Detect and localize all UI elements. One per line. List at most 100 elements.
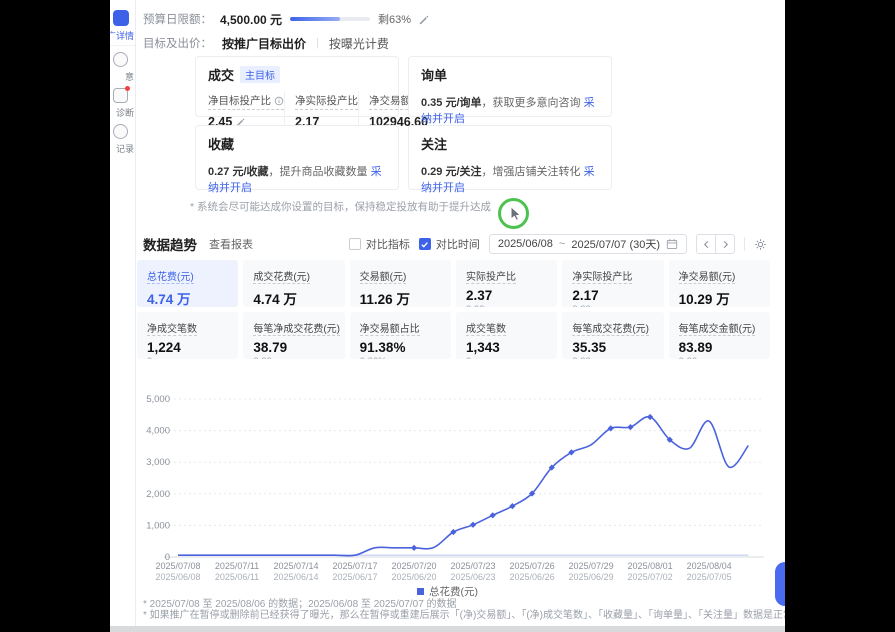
svg-text:2025/07/20: 2025/07/20 bbox=[392, 561, 437, 571]
pencil-icon bbox=[419, 14, 430, 25]
budget-progress-fill bbox=[290, 17, 340, 21]
metric-label: 净成交笔数 bbox=[147, 320, 197, 336]
svg-text:2025/07/08: 2025/07/08 bbox=[155, 561, 200, 571]
svg-text:2025/07/23: 2025/07/23 bbox=[451, 561, 496, 571]
metric-label: 交易额(元) bbox=[360, 268, 407, 284]
metric-card-6[interactable]: 净成交笔数 1,2240 bbox=[137, 312, 238, 359]
goal-card-favorite: 收藏 0.27 元/收藏，提升商品收藏数量 采纳并开启 bbox=[195, 125, 399, 190]
svg-text:2025/07/29: 2025/07/29 bbox=[569, 561, 614, 571]
metric-card-7[interactable]: 每笔净成交花费(元)38.790.00 bbox=[243, 312, 344, 359]
metric-compare-value: 0.00 bbox=[572, 304, 653, 307]
legend-swatch bbox=[417, 588, 424, 595]
prev-period-button[interactable] bbox=[696, 234, 716, 254]
metric-value: 38.79 bbox=[253, 340, 334, 355]
svg-text:2025/06/11: 2025/06/11 bbox=[215, 572, 259, 582]
metric-card-5[interactable]: 净交易额(元)10.29 万0.00 bbox=[669, 260, 770, 307]
bid-mode-divider: | bbox=[316, 37, 319, 49]
controls-divider bbox=[744, 237, 745, 251]
view-report-link[interactable]: 查看报表 bbox=[209, 236, 253, 252]
bid-mode-exposure[interactable]: 按曝光计费 bbox=[329, 35, 389, 52]
notification-dot bbox=[125, 86, 130, 91]
next-period-button[interactable] bbox=[715, 234, 735, 254]
checkbox-unchecked-icon bbox=[349, 238, 361, 250]
svg-text:4,000: 4,000 bbox=[146, 426, 170, 437]
metric-card-3[interactable]: 实际投产比 2.370.00 bbox=[456, 260, 557, 307]
metric-value: 35.35 bbox=[572, 340, 653, 355]
svg-text:2025/07/14: 2025/07/14 bbox=[273, 561, 318, 571]
metric-label: 每笔成交花费(元) bbox=[572, 320, 649, 336]
svg-text:2025/06/08: 2025/06/08 bbox=[155, 572, 200, 582]
edit-budget-button[interactable] bbox=[419, 14, 430, 25]
goal-bid-row: 目标及出价： 按推广目标出价 | 按曝光计费 bbox=[143, 35, 389, 51]
rail-item-0[interactable]: 广详情 bbox=[110, 10, 135, 42]
mouse-cursor-icon bbox=[510, 207, 522, 221]
metric-card-10[interactable]: 每笔成交花费(元)35.350.00 bbox=[562, 312, 663, 359]
metric-card-0[interactable]: 总花费(元)4.74 万0.00 bbox=[137, 260, 238, 307]
budget-value: 4,500.00 元 bbox=[220, 11, 282, 28]
svg-text:2025/06/17: 2025/06/17 bbox=[333, 572, 378, 582]
metric-cards-grid: 总花费(元)4.74 万0.00成交花费(元)4.74 万0.00交易额(元)1… bbox=[137, 260, 770, 359]
metric-compare-value: 0.00 bbox=[679, 356, 760, 359]
diagnose-icon bbox=[113, 88, 128, 103]
metric-value: 91.38% bbox=[360, 340, 441, 355]
daily-budget-row: 预算日限额： 4,500.00 元 剩63% bbox=[143, 11, 430, 27]
goal-card-title: 收藏 bbox=[208, 134, 234, 153]
metric-compare-value: 0.00 bbox=[466, 304, 547, 307]
svg-text:2025/08/01: 2025/08/01 bbox=[628, 561, 673, 571]
metric-value: 11.26 万 bbox=[360, 288, 441, 307]
svg-text:2025/06/14: 2025/06/14 bbox=[273, 572, 318, 582]
metric-label: 净交易额(元) bbox=[679, 268, 736, 284]
budget-remaining: 剩63% bbox=[378, 11, 411, 27]
metric-value: 1,343 bbox=[466, 340, 547, 355]
metric-compare-value: 0 bbox=[466, 356, 547, 359]
idea-icon bbox=[113, 52, 128, 67]
metric-compare-value: 0 bbox=[147, 356, 228, 359]
trend-title: 数据趋势 bbox=[143, 234, 197, 254]
trend-header: 数据趋势 查看报表 对比指标 对比时间 2025/06/08 ~ 2025/07… bbox=[143, 233, 767, 255]
metric-label: 实际投产比 bbox=[466, 268, 516, 284]
chevron-right-icon bbox=[721, 240, 730, 249]
chart-footnote-disclaimer: * 如果推广在暂停或删除前已经获得了曝光，那么在暂停或重建后展示「(净)交易额」… bbox=[143, 606, 785, 621]
rail-item-3[interactable]: 记录 bbox=[110, 124, 135, 155]
goal-card-title: 关注 bbox=[421, 134, 447, 153]
chart-settings-button[interactable] bbox=[754, 238, 767, 251]
metric-value: 1,224 bbox=[147, 340, 228, 355]
metric-card-11[interactable]: 每笔成交金额(元)83.890.00 bbox=[669, 312, 770, 359]
metric-card-2[interactable]: 交易额(元)11.26 万0.00 bbox=[350, 260, 451, 307]
metric-card-4[interactable]: 净实际投产比 2.170.00 bbox=[562, 260, 663, 307]
rail-item-2[interactable]: 诊断 bbox=[110, 88, 135, 119]
budget-progress-bar bbox=[290, 17, 370, 21]
goal-card-deal: 成交 主目标 净目标投产比 2.45 净实际投产比 2.17 净交易额(元) 1… bbox=[195, 56, 399, 117]
bid-mode-goal[interactable]: 按推广目标出价 bbox=[222, 35, 306, 52]
metric-label: 总花费(元) bbox=[147, 268, 194, 284]
rail-item-label: 诊断 bbox=[110, 106, 134, 119]
metric-value: 2.17 bbox=[572, 288, 653, 303]
metric-card-8[interactable]: 净交易额占比91.38%0.00% bbox=[350, 312, 451, 359]
svg-text:2,000: 2,000 bbox=[146, 489, 170, 500]
rail-item-label: 记录 bbox=[110, 142, 134, 155]
floating-side-button[interactable] bbox=[775, 562, 785, 606]
metric-card-9[interactable]: 成交笔数1,3430 bbox=[456, 312, 557, 359]
campaign-icon bbox=[113, 10, 129, 26]
bottom-scroll-strip[interactable] bbox=[110, 626, 785, 632]
svg-text:2025/06/23: 2025/06/23 bbox=[451, 572, 496, 582]
metric-value: 4.74 万 bbox=[253, 288, 334, 307]
svg-text:2025/07/17: 2025/07/17 bbox=[333, 561, 378, 571]
svg-text:2025/06/20: 2025/06/20 bbox=[392, 572, 437, 582]
metric-value: 2.37 bbox=[466, 288, 547, 303]
compare-time-checkbox[interactable]: 对比时间 bbox=[419, 236, 480, 252]
checkbox-checked-icon bbox=[419, 238, 431, 250]
svg-text:2025/07/26: 2025/07/26 bbox=[510, 561, 555, 571]
metric-compare-value: 0.00 bbox=[253, 356, 334, 359]
rail-item-1[interactable]: 意 bbox=[110, 52, 135, 83]
goal-card-follow: 关注 0.29 元/关注，增强店铺关注转化 采纳并开启 bbox=[408, 125, 612, 190]
calendar-icon bbox=[666, 238, 678, 250]
metric-label: 每笔成交金额(元) bbox=[679, 320, 756, 336]
goal-bid-label: 目标及出价： bbox=[143, 35, 212, 51]
chevron-left-icon bbox=[702, 240, 711, 249]
compare-metric-checkbox[interactable]: 对比指标 bbox=[349, 236, 410, 252]
metric-value: 10.29 万 bbox=[679, 288, 760, 307]
metric-label: 净实际投产比 bbox=[572, 268, 632, 284]
metric-card-1[interactable]: 成交花费(元)4.74 万0.00 bbox=[243, 260, 344, 307]
date-range-picker[interactable]: 2025/06/08 ~ 2025/07/07 (30天) bbox=[489, 234, 687, 254]
